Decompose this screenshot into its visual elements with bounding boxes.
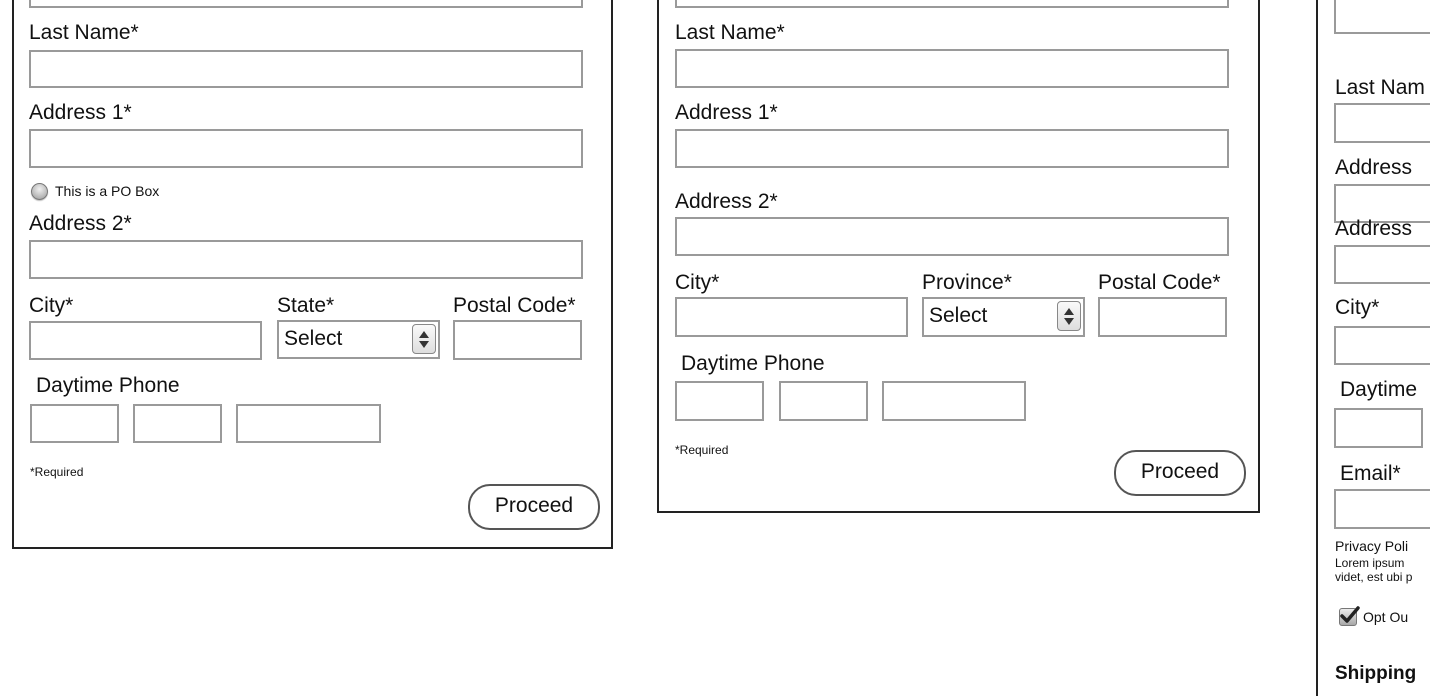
city-label: City*: [1335, 296, 1380, 319]
state-select-value: Select: [284, 327, 343, 350]
phone-area-code-input[interactable]: [675, 381, 764, 421]
privacy-policy-title: Privacy Poli: [1335, 538, 1409, 554]
daytime-phone-label: Daytime Phone: [681, 352, 825, 375]
daytime-phone-label: Daytime Phone: [36, 374, 180, 397]
phone-area-code-input[interactable]: [1334, 408, 1423, 448]
postal-code-input[interactable]: [453, 320, 582, 360]
proceed-button[interactable]: Proceed: [468, 484, 600, 530]
last-name-label: Last Name*: [29, 21, 139, 44]
phone-prefix-input[interactable]: [133, 404, 222, 443]
last-name-input[interactable]: [1334, 103, 1430, 143]
address1-input[interactable]: [29, 129, 583, 168]
last-name-input[interactable]: [29, 50, 583, 88]
first-name-input[interactable]: [29, 0, 583, 8]
up-down-arrows-icon: [412, 324, 436, 354]
city-input[interactable]: [675, 297, 908, 337]
address2-input[interactable]: [1334, 245, 1430, 284]
required-note: *Required: [30, 465, 84, 479]
state-select[interactable]: Select: [277, 320, 440, 359]
last-name-input[interactable]: [675, 49, 1229, 88]
opt-out-label: Opt Ou: [1363, 609, 1409, 625]
city-label: City*: [29, 294, 74, 317]
address1-label: Address: [1335, 156, 1413, 179]
phone-line-input[interactable]: [236, 404, 381, 443]
postal-code-input[interactable]: [1098, 297, 1227, 337]
first-name-input[interactable]: [1334, 0, 1430, 34]
address2-label: Address 2*: [675, 190, 778, 213]
city-input[interactable]: [29, 321, 262, 360]
radio-icon[interactable]: [31, 183, 48, 200]
email-input[interactable]: [1334, 489, 1430, 529]
up-down-arrows-icon: [1057, 301, 1081, 331]
address2-input[interactable]: [29, 240, 583, 279]
address2-label: Address 2*: [29, 212, 132, 235]
address2-label: Address: [1335, 217, 1413, 240]
postal-code-label: Postal Code*: [453, 294, 576, 317]
address1-label: Address 1*: [675, 101, 778, 124]
email-label: Email*: [1340, 462, 1401, 485]
daytime-phone-label: Daytime: [1340, 378, 1418, 401]
address1-label: Address 1*: [29, 101, 132, 124]
checkmark-icon[interactable]: [1339, 606, 1360, 626]
city-input[interactable]: [1334, 326, 1430, 365]
proceed-button[interactable]: Proceed: [1114, 450, 1246, 496]
privacy-policy-text-line2: videt, est ubi p: [1335, 570, 1413, 584]
phone-area-code-input[interactable]: [30, 404, 119, 443]
last-name-label: Last Nam: [1335, 76, 1425, 99]
shipping-heading: Shipping: [1335, 663, 1417, 684]
city-label: City*: [675, 271, 720, 294]
first-name-input[interactable]: [675, 0, 1229, 8]
required-note: *Required: [675, 443, 729, 457]
address2-input[interactable]: [675, 217, 1229, 256]
address1-input[interactable]: [675, 129, 1229, 168]
po-box-label: This is a PO Box: [55, 183, 160, 199]
phone-prefix-input[interactable]: [779, 381, 868, 421]
postal-code-label: Postal Code*: [1098, 271, 1221, 294]
province-select-value: Select: [929, 304, 988, 327]
phone-line-input[interactable]: [882, 381, 1026, 421]
last-name-label: Last Name*: [675, 21, 785, 44]
privacy-policy-text-line1: Lorem ipsum: [1335, 556, 1405, 570]
province-label: Province*: [922, 271, 1012, 294]
state-label: State*: [277, 294, 335, 317]
province-select[interactable]: Select: [922, 297, 1085, 337]
